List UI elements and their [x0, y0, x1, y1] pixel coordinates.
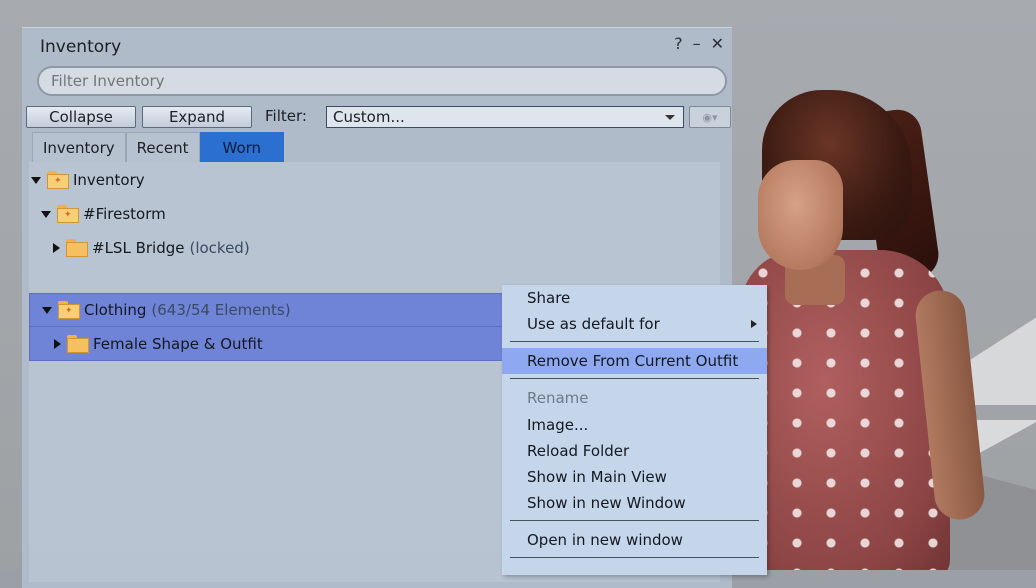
menu-item-show-new-window[interactable]: Show in new Window — [502, 490, 767, 516]
avatar-dress — [740, 250, 950, 570]
tree-node-label: #Firestorm — [83, 205, 166, 223]
menu-item-label: Use as default for — [527, 315, 660, 333]
open-folder-icon: ✦ — [57, 205, 79, 223]
menu-item-share[interactable]: Share — [502, 285, 767, 311]
menu-item-reload-folder[interactable]: Reload Folder — [502, 438, 767, 464]
minimize-icon[interactable]: – — [693, 34, 701, 53]
tree-node-label: Inventory — [73, 171, 145, 189]
tree-node-label: Female Shape & Outfit — [93, 334, 263, 353]
context-menu: Share Use as default for Remove From Cur… — [502, 285, 767, 575]
menu-separator — [510, 341, 759, 342]
title-buttons: ? – ✕ — [674, 34, 724, 53]
avatar[interactable] — [740, 90, 1000, 570]
tree-node-note: (locked) — [189, 239, 250, 257]
menu-item-remove-from-outfit[interactable]: Remove From Current Outfit — [502, 348, 767, 374]
help-icon[interactable]: ? — [674, 34, 683, 53]
submenu-arrow-icon — [751, 320, 757, 328]
expand-button[interactable]: Expand — [142, 106, 252, 128]
dress-pattern — [740, 250, 950, 570]
window-title[interactable]: Inventory — [40, 37, 121, 57]
open-folder-icon: ✦ — [58, 301, 80, 319]
expand-arrow-icon[interactable] — [41, 210, 51, 218]
tree-node-inventory[interactable]: ✦ Inventory — [29, 163, 720, 197]
chevron-down-icon — [665, 115, 675, 120]
tree-node-label: #LSL Bridge — [92, 239, 185, 257]
folder-icon — [67, 334, 89, 353]
tab-worn[interactable]: Worn — [199, 132, 285, 162]
collapse-arrow-icon[interactable] — [53, 243, 60, 253]
visibility-toggle-button[interactable]: ◉ ▾ — [689, 106, 731, 128]
tree-node-label: Clothing — [84, 301, 147, 319]
filter-combo[interactable]: Custom... — [326, 106, 684, 128]
menu-item-open-new-window[interactable]: Open in new window — [502, 527, 767, 553]
filter-inventory-input[interactable] — [37, 66, 727, 96]
menu-item-use-as-default[interactable]: Use as default for — [502, 311, 767, 337]
filter-combo-value: Custom... — [333, 108, 405, 126]
tree-node-note: (643/54 Elements) — [151, 301, 291, 319]
tab-recent[interactable]: Recent — [125, 132, 200, 162]
expand-arrow-icon[interactable] — [31, 176, 41, 184]
tab-inventory[interactable]: Inventory — [32, 132, 126, 162]
menu-item-rename: Rename — [527, 389, 589, 407]
tree-node-lsl-bridge[interactable]: #LSL Bridge (locked) — [29, 231, 720, 265]
close-icon[interactable]: ✕ — [711, 34, 724, 53]
menu-item-image[interactable]: Image... — [502, 412, 767, 438]
menu-separator — [510, 557, 759, 558]
menu-separator — [510, 520, 759, 521]
collapse-arrow-icon[interactable] — [54, 338, 61, 349]
collapse-button[interactable]: Collapse — [26, 106, 136, 128]
chevron-down-icon: ▾ — [712, 110, 718, 124]
expand-arrow-icon[interactable] — [42, 306, 52, 314]
open-folder-icon: ✦ — [47, 171, 69, 189]
tree-node-firestorm[interactable]: ✦ #Firestorm — [29, 197, 720, 231]
filter-label: Filter: — [265, 107, 307, 125]
folder-icon — [66, 239, 88, 257]
tab-bar: Inventory Recent Worn — [32, 132, 285, 162]
eye-icon: ◉ — [702, 110, 713, 124]
avatar-face — [758, 160, 843, 270]
menu-item-show-main-view[interactable]: Show in Main View — [502, 464, 767, 490]
menu-separator — [510, 378, 759, 379]
